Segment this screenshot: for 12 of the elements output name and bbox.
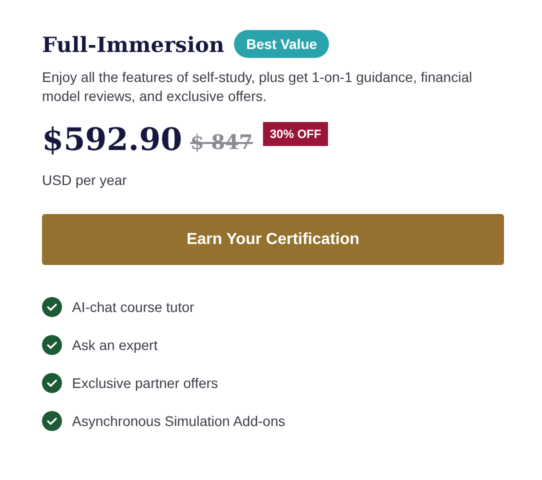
plan-title: Full-Immersion (42, 32, 224, 56)
feature-label: Asynchronous Simulation Add-ons (72, 413, 286, 429)
discount-badge: 30% OFF (262, 122, 328, 146)
best-value-badge: Best Value (234, 30, 330, 58)
current-price: $592.90 (42, 121, 182, 160)
certification-button[interactable]: Earn Your Certification (42, 214, 504, 265)
plan-description: Enjoy all the features of self-study, plus get 1-on-1 guidance, financial model reviews, and exclusive offers. (42, 68, 474, 106)
feature-label: Ask an expert (72, 337, 158, 353)
price-period: USD per year (42, 172, 128, 188)
feature-label: AI-chat course tutor (72, 299, 194, 315)
feature-label: Exclusive partner offers (72, 375, 218, 391)
original-price: $ 847 (190, 130, 253, 154)
